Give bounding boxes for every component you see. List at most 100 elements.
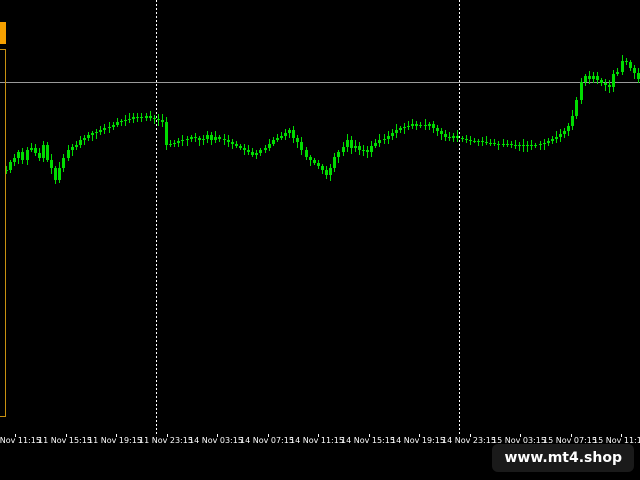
candle-body: [399, 128, 402, 130]
candle: [399, 126, 402, 133]
time-axis-label: 14 Nov 11:15: [290, 436, 344, 445]
candle-body: [329, 168, 332, 175]
candle-body: [600, 80, 603, 83]
candle: [99, 126, 102, 135]
candle: [87, 132, 90, 141]
candle: [50, 154, 53, 174]
candle: [604, 79, 607, 91]
candle: [67, 145, 70, 161]
candle: [38, 148, 41, 161]
candle-body: [272, 140, 275, 144]
candle: [46, 142, 49, 162]
candle-body: [83, 138, 86, 140]
candle-body: [120, 121, 123, 122]
candle-body: [604, 83, 607, 85]
candle: [452, 133, 455, 142]
candle-body: [161, 120, 164, 122]
candle-body: [157, 119, 160, 120]
candle: [477, 139, 480, 146]
candle: [580, 78, 583, 104]
candle-body: [539, 144, 542, 145]
candle: [124, 115, 127, 126]
candle: [243, 144, 246, 155]
candle: [551, 136, 554, 144]
candle-body: [391, 133, 394, 136]
candle-body: [465, 139, 468, 140]
candle: [571, 110, 574, 130]
candle-body: [30, 148, 33, 150]
candle: [329, 164, 332, 181]
candle-body: [358, 146, 361, 150]
candle: [288, 128, 291, 138]
candle: [276, 134, 279, 142]
candle: [362, 145, 365, 156]
candle-body: [214, 137, 217, 140]
candle: [153, 115, 156, 124]
candle: [559, 129, 562, 142]
candle: [30, 143, 33, 152]
candle: [272, 137, 275, 146]
candle: [321, 164, 324, 174]
candle: [633, 65, 636, 79]
candle: [223, 134, 226, 145]
candle: [239, 144, 242, 150]
candle: [621, 55, 624, 75]
candle-body: [436, 128, 439, 131]
candle: [136, 113, 139, 122]
chart-canvas[interactable]: [0, 0, 640, 434]
time-axis-label: 11 Nov 11:15: [0, 436, 41, 445]
price-chart[interactable]: [0, 0, 640, 434]
candle-body: [477, 141, 480, 142]
candle-body: [243, 148, 246, 150]
candle-body: [575, 100, 578, 116]
candle: [432, 121, 435, 133]
candle: [358, 142, 361, 155]
candle: [350, 136, 353, 154]
candle: [305, 147, 308, 160]
candle-body: [407, 126, 410, 127]
candle-body: [350, 140, 353, 148]
candle-body: [169, 144, 172, 145]
candle-body: [21, 152, 24, 160]
candle: [612, 70, 615, 92]
candle: [255, 150, 258, 159]
candle: [42, 141, 45, 162]
candle-body: [584, 76, 587, 82]
candle-body: [444, 134, 447, 137]
candle-body: [481, 141, 484, 142]
candle-body: [300, 142, 303, 150]
candle-body: [588, 76, 591, 79]
candle-body: [526, 145, 529, 146]
candle-body: [333, 157, 336, 168]
candle-body: [543, 143, 546, 144]
candle-body: [551, 139, 554, 141]
candle-body: [227, 140, 230, 142]
candle-body: [625, 61, 628, 62]
time-axis-label: 11 Nov 15:15: [38, 436, 92, 445]
candle-body: [280, 136, 283, 138]
candle-body: [231, 142, 234, 144]
candle: [346, 134, 349, 152]
candle: [374, 139, 377, 148]
candle-body: [284, 133, 287, 136]
watermark-label: www.mt4.shop: [492, 444, 634, 472]
candle-body: [473, 141, 476, 142]
candle: [440, 128, 443, 140]
candle: [518, 142, 521, 151]
candle-body: [419, 125, 422, 126]
candle: [473, 138, 476, 143]
candle: [415, 121, 418, 130]
candle: [58, 162, 61, 183]
candle-body: [346, 140, 349, 147]
candle: [465, 135, 468, 143]
candle: [292, 126, 295, 143]
candle: [145, 113, 148, 121]
candle-body: [567, 126, 570, 131]
candle: [181, 135, 184, 146]
time-axis-label: 11 Nov 19:15: [88, 436, 142, 445]
candle-body: [136, 117, 139, 118]
candle-body: [71, 147, 74, 150]
candle-body: [17, 152, 20, 158]
candle: [395, 124, 398, 138]
candle-body: [198, 138, 201, 140]
